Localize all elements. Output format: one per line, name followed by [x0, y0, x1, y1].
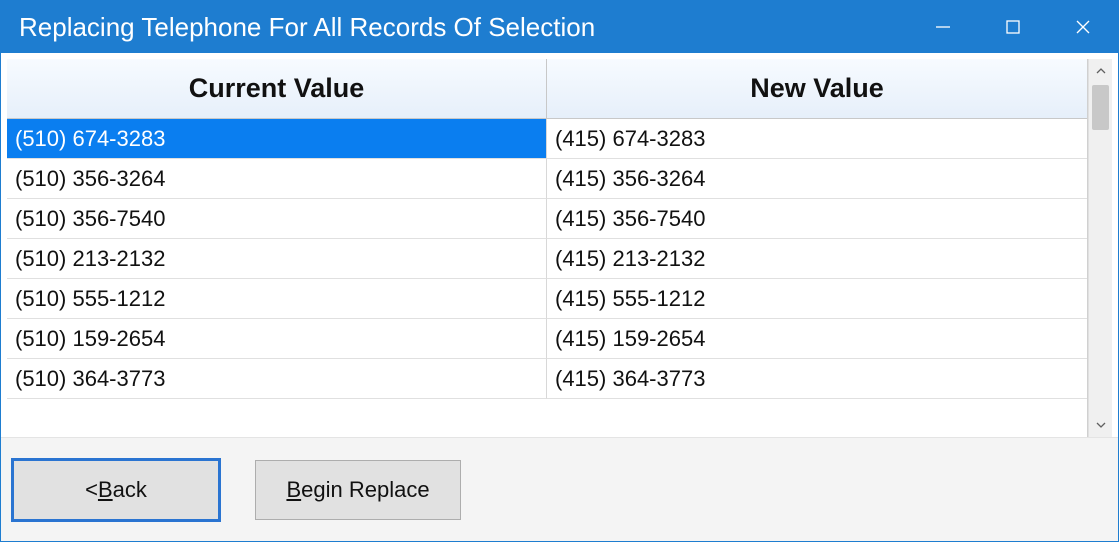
cell-current-value: (510) 213-2132	[7, 239, 547, 279]
cell-new-value: (415) 356-7540	[547, 199, 1087, 239]
begin-button-rest: egin Replace	[301, 477, 429, 503]
close-button[interactable]	[1048, 1, 1118, 53]
cell-current-value: (510) 364-3773	[7, 359, 547, 399]
scroll-track[interactable]	[1089, 83, 1112, 413]
back-button[interactable]: < Back	[13, 460, 219, 520]
grid-wrapper: Current Value New Value (510) 674-3283(4…	[7, 59, 1112, 437]
maximize-button[interactable]	[978, 1, 1048, 53]
scroll-thumb[interactable]	[1092, 85, 1109, 130]
minimize-button[interactable]	[908, 1, 978, 53]
table-row[interactable]: (510) 159-2654(415) 159-2654	[7, 319, 1087, 359]
cell-new-value: (415) 555-1212	[547, 279, 1087, 319]
column-header-new[interactable]: New Value	[547, 59, 1087, 118]
preview-grid[interactable]: Current Value New Value (510) 674-3283(4…	[7, 59, 1088, 437]
grid-body: (510) 674-3283(415) 674-3283(510) 356-32…	[7, 119, 1087, 437]
scroll-up-icon[interactable]	[1089, 59, 1112, 83]
cell-new-value: (415) 674-3283	[547, 119, 1087, 159]
table-row[interactable]: (510) 364-3773(415) 364-3773	[7, 359, 1087, 399]
back-button-rest: ack	[113, 477, 147, 503]
table-row[interactable]: (510) 356-7540(415) 356-7540	[7, 199, 1087, 239]
cell-new-value: (415) 364-3773	[547, 359, 1087, 399]
app-window: Replacing Telephone For All Records Of S…	[0, 0, 1119, 542]
cell-current-value: (510) 674-3283	[7, 119, 547, 159]
cell-new-value: (415) 213-2132	[547, 239, 1087, 279]
cell-current-value: (510) 555-1212	[7, 279, 547, 319]
cell-current-value: (510) 159-2654	[7, 319, 547, 359]
table-row[interactable]: (510) 356-3264(415) 356-3264	[7, 159, 1087, 199]
grid-header: Current Value New Value	[7, 59, 1087, 119]
footer-bar: < Back Begin Replace	[1, 437, 1118, 541]
cell-current-value: (510) 356-3264	[7, 159, 547, 199]
table-row[interactable]: (510) 213-2132(415) 213-2132	[7, 239, 1087, 279]
table-row[interactable]: (510) 555-1212(415) 555-1212	[7, 279, 1087, 319]
begin-replace-button[interactable]: Begin Replace	[255, 460, 461, 520]
cell-new-value: (415) 159-2654	[547, 319, 1087, 359]
titlebar: Replacing Telephone For All Records Of S…	[1, 1, 1118, 53]
cell-new-value: (415) 356-3264	[547, 159, 1087, 199]
vertical-scrollbar[interactable]	[1088, 59, 1112, 437]
window-controls	[908, 1, 1118, 53]
window-title: Replacing Telephone For All Records Of S…	[19, 12, 595, 43]
content-area: Current Value New Value (510) 674-3283(4…	[1, 53, 1118, 541]
begin-button-ul: B	[286, 477, 301, 503]
scroll-down-icon[interactable]	[1089, 413, 1112, 437]
back-button-prefix: <	[85, 477, 98, 503]
table-row[interactable]: (510) 674-3283(415) 674-3283	[7, 119, 1087, 159]
back-button-ul: B	[98, 477, 113, 503]
column-header-current[interactable]: Current Value	[7, 59, 547, 118]
cell-current-value: (510) 356-7540	[7, 199, 547, 239]
